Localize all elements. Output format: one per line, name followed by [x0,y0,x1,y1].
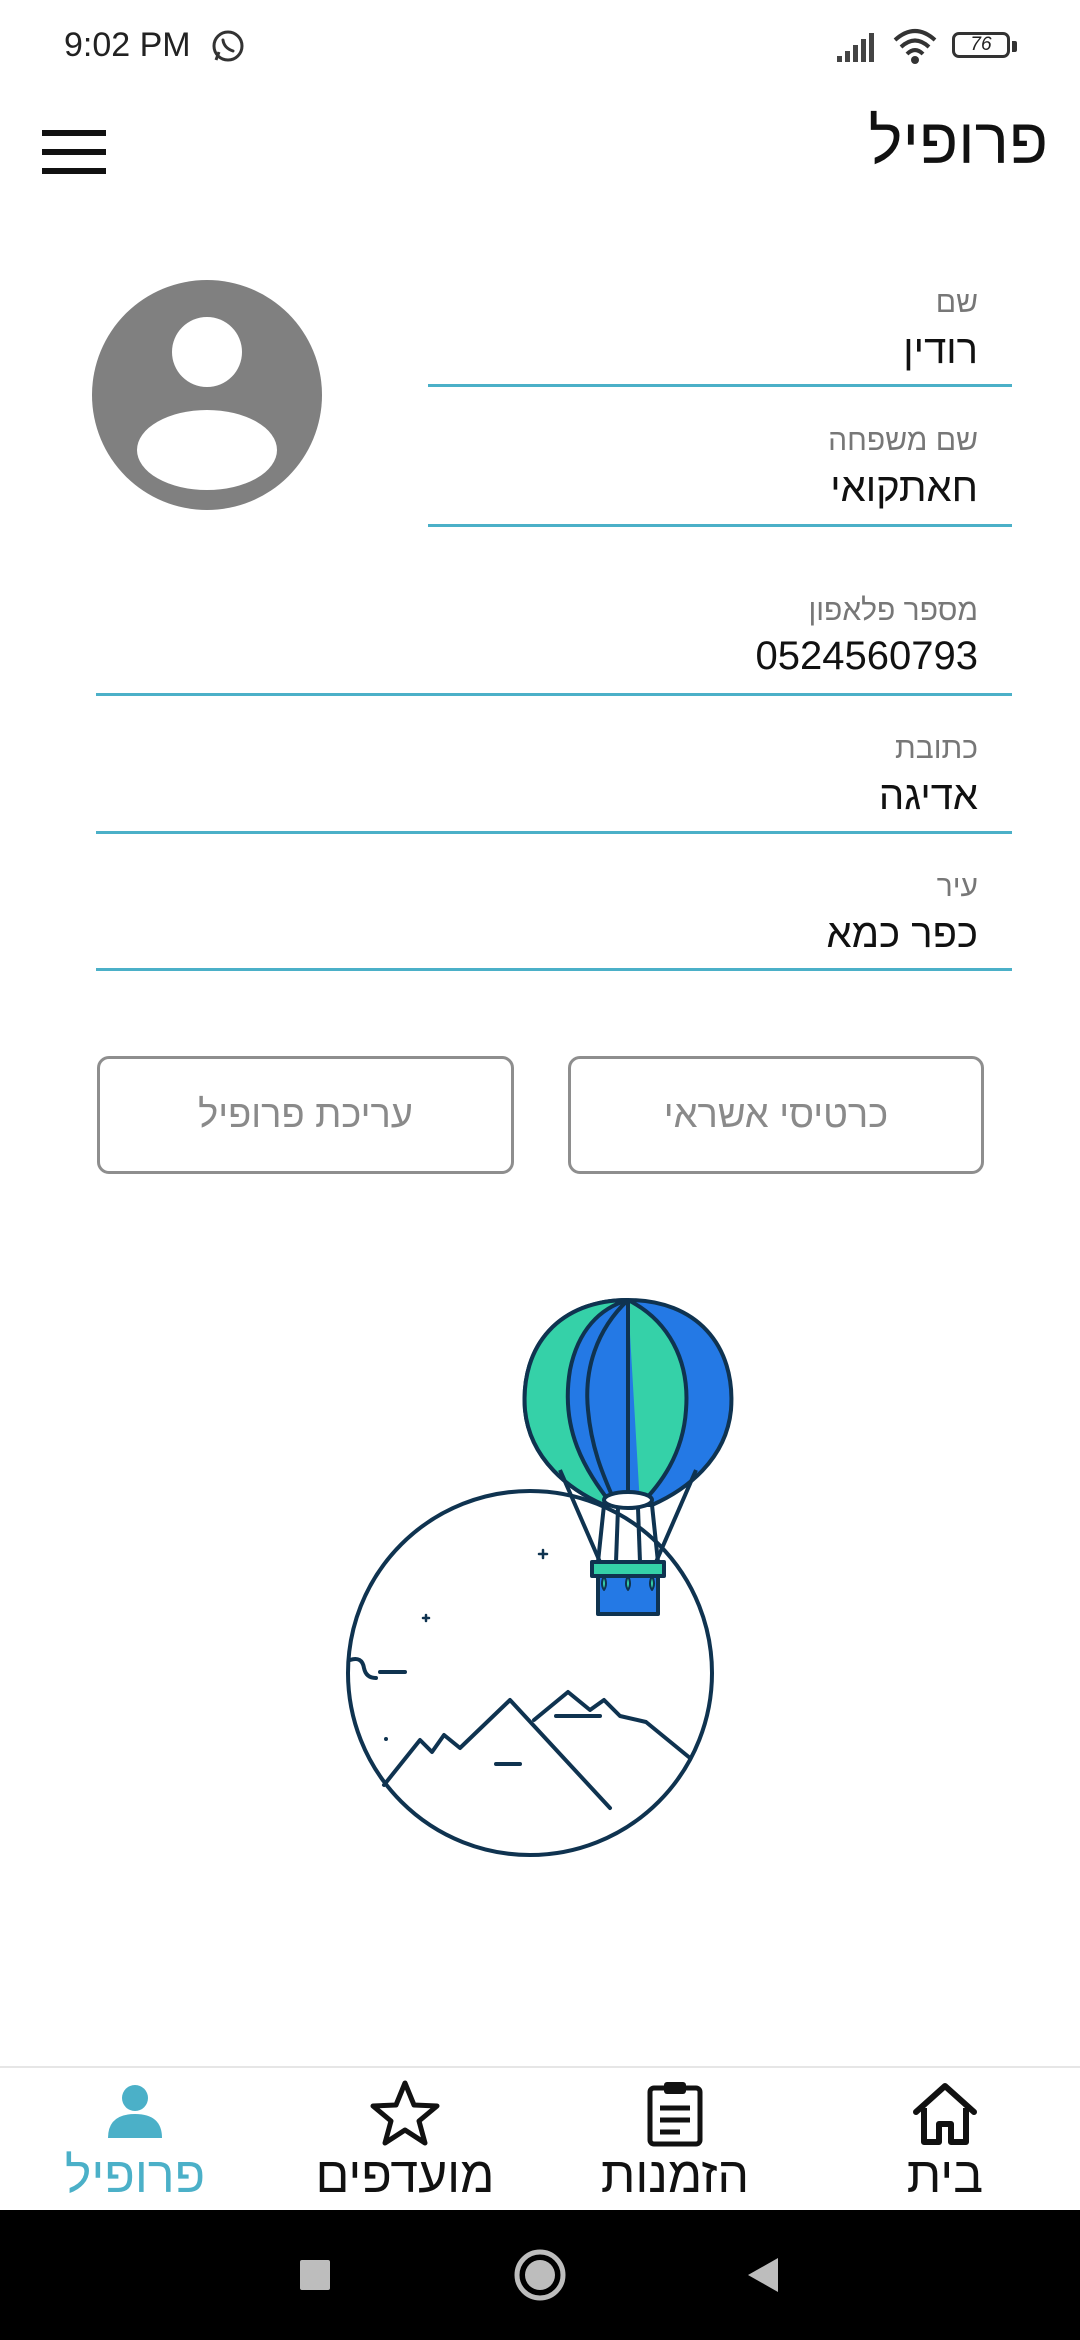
nav-label-favorites: מועדפים [315,2147,495,2203]
system-navigation-bar [0,2210,1080,2340]
nav-item-home[interactable]: בית [810,2068,1080,2212]
clipboard-icon [647,2082,703,2147]
nav-label-orders: הזמנות [600,2147,750,2203]
signal-icon [837,33,874,62]
home-icon [913,2083,977,2145]
bottom-navigation: פרופיל מועדפים הזמנות בית [0,2066,1080,2212]
city-field[interactable]: עיר כפר כמא [96,864,1012,976]
first-name-underline [428,384,1012,387]
battery-icon: 76 [952,32,1018,62]
nav-item-profile[interactable]: פרופיל [0,2068,270,2212]
battery-level: 76 [970,34,992,55]
whatsapp-icon [212,30,244,62]
last-name-underline [428,524,1012,527]
address-label: כתובת [895,732,978,765]
phone-underline [96,693,1012,696]
city-underline [96,968,1012,971]
nav-item-orders[interactable]: הזמנות [540,2068,810,2212]
recents-square-icon[interactable] [255,2210,375,2340]
phone-field[interactable]: מספר פלאפון 0524560793 [96,588,1012,700]
nav-item-favorites[interactable]: מועדפים [270,2068,540,2212]
phone-label: מספר פלאפון [808,594,978,627]
status-bar: 9:02 PM 76 [0,0,1080,95]
nav-label-home: בית [906,2147,984,2203]
credit-cards-button[interactable]: כרטיסי אשראי [568,1056,984,1174]
last-name-value[interactable]: חאתקואי [830,466,978,511]
page-title: פרופיל [868,105,1048,177]
wifi-icon [893,29,937,64]
home-circle-icon[interactable] [480,2210,600,2340]
address-value[interactable]: אדיגה [879,774,978,819]
hamburger-menu-icon[interactable] [40,124,110,180]
phone-value[interactable]: 0524560793 [756,634,978,679]
nav-label-profile: פרופיל [64,2147,206,2203]
person-icon [108,2085,162,2138]
status-time: 9:02 PM [64,26,191,64]
back-triangle-icon[interactable] [700,2210,820,2340]
city-label: עיר [936,870,978,903]
person-avatar-icon[interactable] [92,280,322,510]
first-name-field[interactable]: שם רודין [428,280,1012,392]
last-name-label: שם משפחה [828,424,978,457]
address-underline [96,831,1012,834]
star-icon [370,2080,440,2146]
last-name-field[interactable]: שם משפחה חאתקואי [428,418,1012,530]
edit-profile-button[interactable]: עריכת פרופיל [97,1056,514,1174]
city-value[interactable]: כפר כמא [827,912,978,957]
first-name-label: שם [935,286,978,319]
first-name-value[interactable]: רודין [903,328,978,373]
hot-air-balloon-illustration [346,1298,734,1857]
address-field[interactable]: כתובת אדיגה [96,726,1012,838]
